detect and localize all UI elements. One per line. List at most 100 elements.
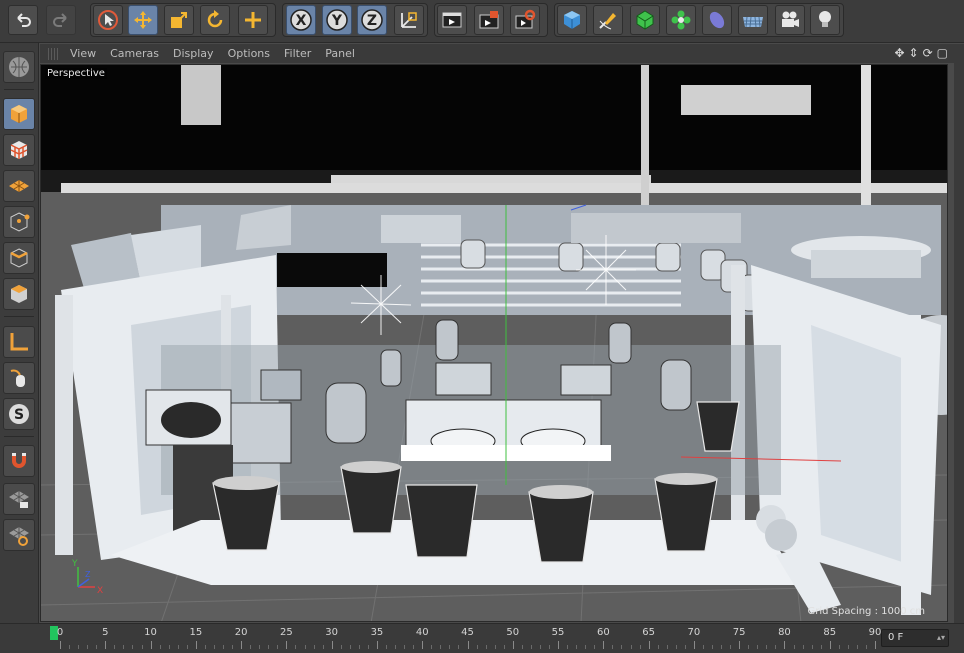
- camera-button[interactable]: [775, 5, 805, 35]
- render-settings-icon: [515, 9, 536, 29]
- timeline-minor-tick: [530, 645, 532, 649]
- deformer-button[interactable]: [702, 5, 732, 35]
- timeline-minor-tick: [757, 645, 759, 649]
- timeline-minor-tick: [793, 645, 795, 649]
- dolly-icon[interactable]: ⇕: [909, 46, 919, 60]
- move-icon: [134, 11, 152, 29]
- spin-arrows-icon[interactable]: ▴▾: [937, 630, 945, 646]
- timeline-minor-tick: [313, 645, 315, 649]
- edges-mode-button[interactable]: [3, 242, 35, 274]
- coordinate-system-button[interactable]: [394, 5, 424, 35]
- menu-display[interactable]: Display: [173, 47, 214, 60]
- timeline-minor-tick: [340, 645, 342, 649]
- menu-options[interactable]: Options: [228, 47, 270, 60]
- timeline-tick-mark: [376, 641, 378, 649]
- timeline-minor-tick: [123, 645, 125, 649]
- timeline-minor-tick: [684, 645, 686, 649]
- timeline-tick-label: 60: [596, 627, 610, 638]
- timeline-minor-tick: [621, 645, 623, 649]
- timeline-tick-label: 35: [370, 627, 384, 638]
- timeline-minor-tick: [386, 645, 387, 649]
- tweak-mode-button[interactable]: [3, 362, 35, 394]
- svg-text:X: X: [296, 13, 307, 29]
- timeline-minor-tick: [730, 645, 732, 649]
- timeline-minor-tick: [367, 645, 369, 649]
- points-mode-button[interactable]: [3, 206, 35, 238]
- light-button[interactable]: [810, 5, 840, 35]
- render-settings-button[interactable]: [510, 5, 540, 35]
- camera-icon: [782, 11, 799, 27]
- floor-button[interactable]: [738, 5, 768, 35]
- scale-tool-button[interactable]: [164, 5, 194, 35]
- selection-tool-button[interactable]: [93, 5, 123, 35]
- timeline-tick-label: 20: [234, 627, 248, 638]
- polygons-mode-button[interactable]: [3, 278, 35, 310]
- timeline-tick-label: 85: [823, 627, 837, 638]
- render-view-button[interactable]: [437, 5, 467, 35]
- timeline-minor-tick: [675, 645, 677, 649]
- timeline-tick-mark: [512, 641, 514, 649]
- x-axis-button[interactable]: X: [286, 5, 316, 35]
- timeline-minor-tick: [567, 645, 569, 649]
- timeline-minor-tick: [204, 645, 206, 649]
- timeline-tick-mark: [467, 641, 469, 649]
- cloner-button[interactable]: [666, 5, 696, 35]
- timeline-tick-label: 80: [778, 627, 791, 638]
- timeline-minor-tick: [159, 645, 161, 649]
- menu-filter[interactable]: Filter: [284, 47, 311, 60]
- snap-button[interactable]: [3, 445, 35, 477]
- timeline-minor-tick: [865, 645, 867, 649]
- texture-mode-button[interactable]: [3, 134, 35, 166]
- pan-icon[interactable]: ✥: [894, 46, 904, 60]
- timeline-tick-label: 70: [687, 627, 701, 638]
- workplane-mode-button[interactable]: [3, 170, 35, 202]
- make-editable-button[interactable]: [3, 51, 35, 83]
- timeline[interactable]: 0 5 10 15 20 25 30 35 40 45 50 55 60 65 70 75 80 85 90 0 F…: [0, 623, 964, 653]
- solo-mode-button[interactable]: S: [3, 398, 35, 430]
- subdivision-button[interactable]: [630, 5, 660, 35]
- axis-mode-button[interactable]: [3, 326, 35, 358]
- timeline-tick-label: 5: [102, 627, 109, 638]
- timeline-minor-tick: [141, 645, 143, 649]
- svg-text:Z: Z: [85, 570, 91, 579]
- timeline-minor-tick: [358, 645, 360, 649]
- svg-text:Y: Y: [71, 559, 78, 569]
- camera-label[interactable]: Perspective: [45, 68, 107, 79]
- menu-view[interactable]: View: [70, 47, 96, 60]
- menu-cameras[interactable]: Cameras: [110, 47, 159, 60]
- render-picture-viewer-button[interactable]: [474, 5, 504, 35]
- timeline-ruler[interactable]: 0 5 10 15 20 25 30 35 40 45 50 55 60 65 70 75 80 85 90: [50, 624, 881, 653]
- timeline-tick-label: 25: [280, 627, 293, 638]
- redo-button[interactable]: [46, 5, 76, 35]
- menu-panel[interactable]: Panel: [325, 47, 355, 60]
- workplane-lock-button[interactable]: [3, 483, 35, 515]
- floor-icon: [743, 16, 763, 28]
- spline-pen-button[interactable]: [593, 5, 623, 35]
- undo-button[interactable]: [8, 5, 38, 35]
- right-panel-edge: [954, 44, 964, 624]
- timeline-minor-tick: [503, 645, 505, 649]
- timeline-minor-tick: [132, 645, 134, 649]
- orbit-icon[interactable]: ⟳: [923, 46, 933, 60]
- plus-move-icon: [245, 12, 261, 28]
- live-selection-button[interactable]: [238, 5, 268, 35]
- cube-model-icon: [11, 105, 27, 123]
- timeline-tick-label: 30: [325, 627, 339, 638]
- current-frame-field[interactable]: 0 F ▴▾: [881, 629, 949, 647]
- z-axis-lock-icon: Z: [361, 9, 383, 31]
- svg-text:S: S: [14, 407, 24, 423]
- timeline-minor-tick: [485, 645, 487, 649]
- perspective-viewport[interactable]: Y X Z Perspective Grid Spacing : 1000 cm: [40, 64, 948, 622]
- workplane-align-button[interactable]: [3, 519, 35, 551]
- timeline-minor-tick: [431, 645, 433, 649]
- polygons-mode-icon: [11, 285, 27, 303]
- maximize-icon[interactable]: ▢: [937, 46, 948, 60]
- cube-button[interactable]: [557, 5, 587, 35]
- z-axis-button[interactable]: Z: [357, 5, 387, 35]
- y-axis-button[interactable]: Y: [322, 5, 352, 35]
- move-tool-button[interactable]: [128, 5, 158, 35]
- rotate-tool-button[interactable]: [200, 5, 230, 35]
- timeline-minor-tick: [820, 645, 822, 649]
- model-mode-button[interactable]: [3, 98, 35, 130]
- timeline-tick-label: 50: [506, 627, 520, 638]
